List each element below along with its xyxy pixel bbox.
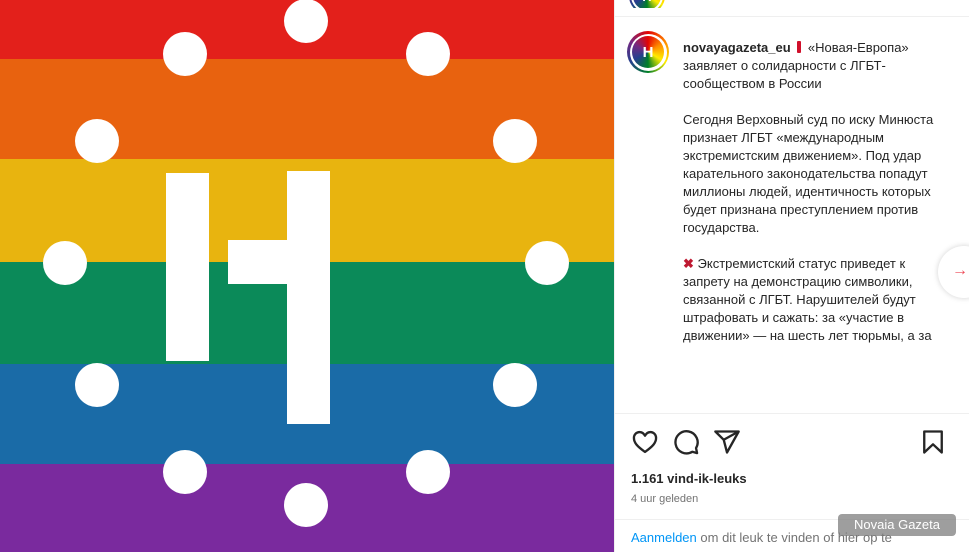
avatar-letter: Н: [632, 36, 664, 68]
ring-dot: [163, 450, 207, 494]
ring-dot: [75, 119, 119, 163]
caption-avatar[interactable]: Н: [627, 31, 669, 73]
ring-dot: [163, 32, 207, 76]
watermark: Novaia Gazeta: [838, 514, 956, 536]
ring-dot: [406, 32, 450, 76]
share-icon[interactable]: [713, 428, 741, 456]
caption-username[interactable]: novayagazeta_eu: [683, 40, 791, 55]
ring-dot: [525, 241, 569, 285]
ring-dot: [493, 119, 537, 163]
post-panel: Н Н novayagazeta_eu «Новая-Европа» заявл…: [614, 0, 969, 552]
heart-icon[interactable]: [631, 428, 659, 456]
ring-dot: [43, 241, 87, 285]
bookmark-icon[interactable]: [919, 428, 947, 456]
exclamation-icon: [797, 41, 802, 53]
logo-right-bar: [287, 171, 330, 424]
arrow-right-icon: →: [952, 262, 968, 279]
caption-paragraph-1: Сегодня Верховный суд по иску Минюста пр…: [683, 112, 934, 235]
ring-dot: [406, 450, 450, 494]
comment-icon[interactable]: [672, 428, 700, 456]
ring-dot: [493, 363, 537, 407]
like-count[interactable]: 1.161 vind-ik-leuks: [631, 471, 747, 486]
login-link[interactable]: Aanmelden: [631, 530, 697, 545]
caption-text: novayagazeta_eu «Новая-Европа» заявляет …: [683, 39, 935, 363]
header-avatar[interactable]: Н: [629, 0, 665, 8]
cross-mark-icon: ✖: [683, 256, 694, 271]
logo-crossbar: [228, 240, 290, 284]
action-bar: [615, 414, 969, 466]
caption-area: Н novayagazeta_eu «Новая-Европа» заявляе…: [615, 17, 969, 413]
caption-paragraph-2: Экстремистский статус приведет к запрету…: [683, 256, 932, 343]
logo-left-bar: [166, 173, 209, 361]
ring-dot: [284, 483, 328, 527]
post-image[interactable]: [0, 0, 614, 552]
post-timestamp[interactable]: 4 uur geleden: [631, 493, 698, 505]
ring-dot: [284, 0, 328, 43]
ring-dot: [75, 363, 119, 407]
